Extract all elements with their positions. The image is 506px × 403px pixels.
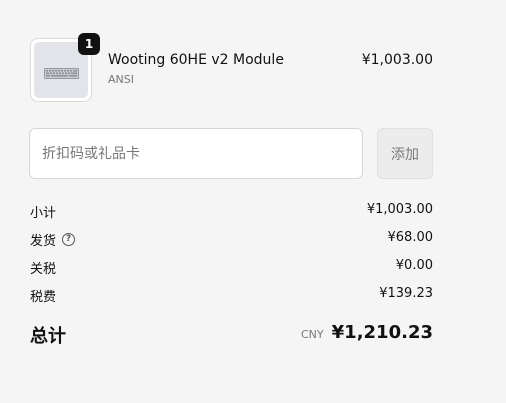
duties-value: ¥0.00	[395, 258, 433, 273]
total-currency: CNY	[301, 328, 324, 341]
shipping-label-group: 发货 ?	[30, 230, 76, 249]
apply-discount-button[interactable]: 添加	[377, 128, 433, 179]
tax-row: 税费 ¥139.23	[30, 286, 433, 306]
subtotal-row: 小计 ¥1,003.00	[30, 202, 433, 222]
subtotal-value: ¥1,003.00	[366, 202, 433, 217]
cart-item: 1 Wooting 60HE v2 Module ANSI ¥1,003.00	[30, 33, 433, 104]
product-name: Wooting 60HE v2 Module	[108, 52, 284, 68]
total-amount: ¥1,210.23	[331, 322, 433, 343]
discount-code-input[interactable]	[29, 128, 363, 179]
shipping-label: 发货	[30, 234, 57, 249]
total-value: CNY ¥1,210.23	[301, 322, 433, 343]
help-icon[interactable]: ?	[62, 233, 76, 246]
shipping-row: 发货 ? ¥68.00	[30, 230, 433, 250]
shipping-value: ¥68.00	[387, 230, 434, 245]
tax-label: 税费	[30, 290, 57, 305]
duties-row: 关税 ¥0.00	[30, 258, 433, 278]
quantity-badge: 1	[78, 33, 100, 55]
total-row: 总计 CNY ¥1,210.23	[30, 322, 433, 350]
product-price: ¥1,003.00	[361, 52, 433, 68]
total-label: 总计	[30, 326, 66, 347]
tax-value: ¥139.23	[379, 286, 433, 301]
product-variant: ANSI	[108, 73, 134, 86]
subtotal-label: 小计	[30, 206, 57, 221]
duties-label: 关税	[30, 262, 57, 277]
